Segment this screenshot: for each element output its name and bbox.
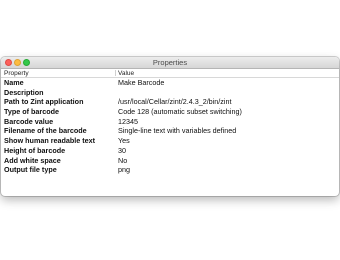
title-bar[interactable]: Properties [1, 57, 339, 69]
window-title: Properties [152, 58, 188, 67]
column-divider[interactable] [115, 70, 116, 76]
table-row[interactable]: Type of barcode Code 128 (automatic subs… [1, 107, 339, 117]
property-name: Show human readable text [4, 136, 96, 146]
property-name: Barcode value [4, 116, 54, 126]
table-row[interactable]: Path to Zint application /usr/local/Cell… [1, 97, 339, 107]
column-header-value[interactable]: Value [118, 69, 134, 77]
property-value[interactable]: Make Barcode [118, 78, 164, 88]
property-value[interactable]: 30 [118, 146, 126, 156]
table-row[interactable]: Filename of the barcode Single-line text… [1, 126, 339, 136]
property-value[interactable]: png [118, 165, 130, 175]
property-value[interactable]: No [118, 156, 127, 166]
property-name: Add white space [4, 155, 61, 165]
properties-window: Properties Property Value Name Make Barc… [1, 57, 339, 196]
table-row[interactable]: Height of barcode 30 [1, 146, 339, 156]
table-header: Property Value [1, 69, 339, 78]
property-value[interactable]: Code 128 (automatic subset switching) [118, 107, 242, 117]
property-value[interactable]: 12345 [118, 117, 138, 127]
property-name: Filename of the barcode [4, 126, 87, 136]
property-name: Name [4, 78, 24, 87]
table-row[interactable]: Add white space No [1, 156, 339, 166]
property-value[interactable]: Yes [118, 136, 130, 146]
property-name: Output file type [4, 165, 57, 175]
property-name: Description [4, 87, 44, 97]
property-value[interactable]: Single-line text with variables defined [118, 126, 236, 136]
table-row[interactable]: Output file type png [1, 165, 339, 175]
property-name: Path to Zint application [4, 97, 84, 107]
property-name: Height of barcode [4, 145, 66, 155]
table-row[interactable]: Barcode value 12345 [1, 117, 339, 127]
property-value[interactable]: /usr/local/Cellar/zint/2.4.3_2/bin/zint [118, 97, 231, 107]
table-row[interactable]: Description [1, 88, 339, 98]
properties-table: Name Make Barcode Description Path to Zi… [1, 78, 339, 175]
table-row[interactable]: Name Make Barcode [1, 78, 339, 88]
table-row[interactable]: Show human readable text Yes [1, 136, 339, 146]
property-name: Type of barcode [4, 107, 59, 117]
column-header-property[interactable]: Property [4, 69, 29, 77]
